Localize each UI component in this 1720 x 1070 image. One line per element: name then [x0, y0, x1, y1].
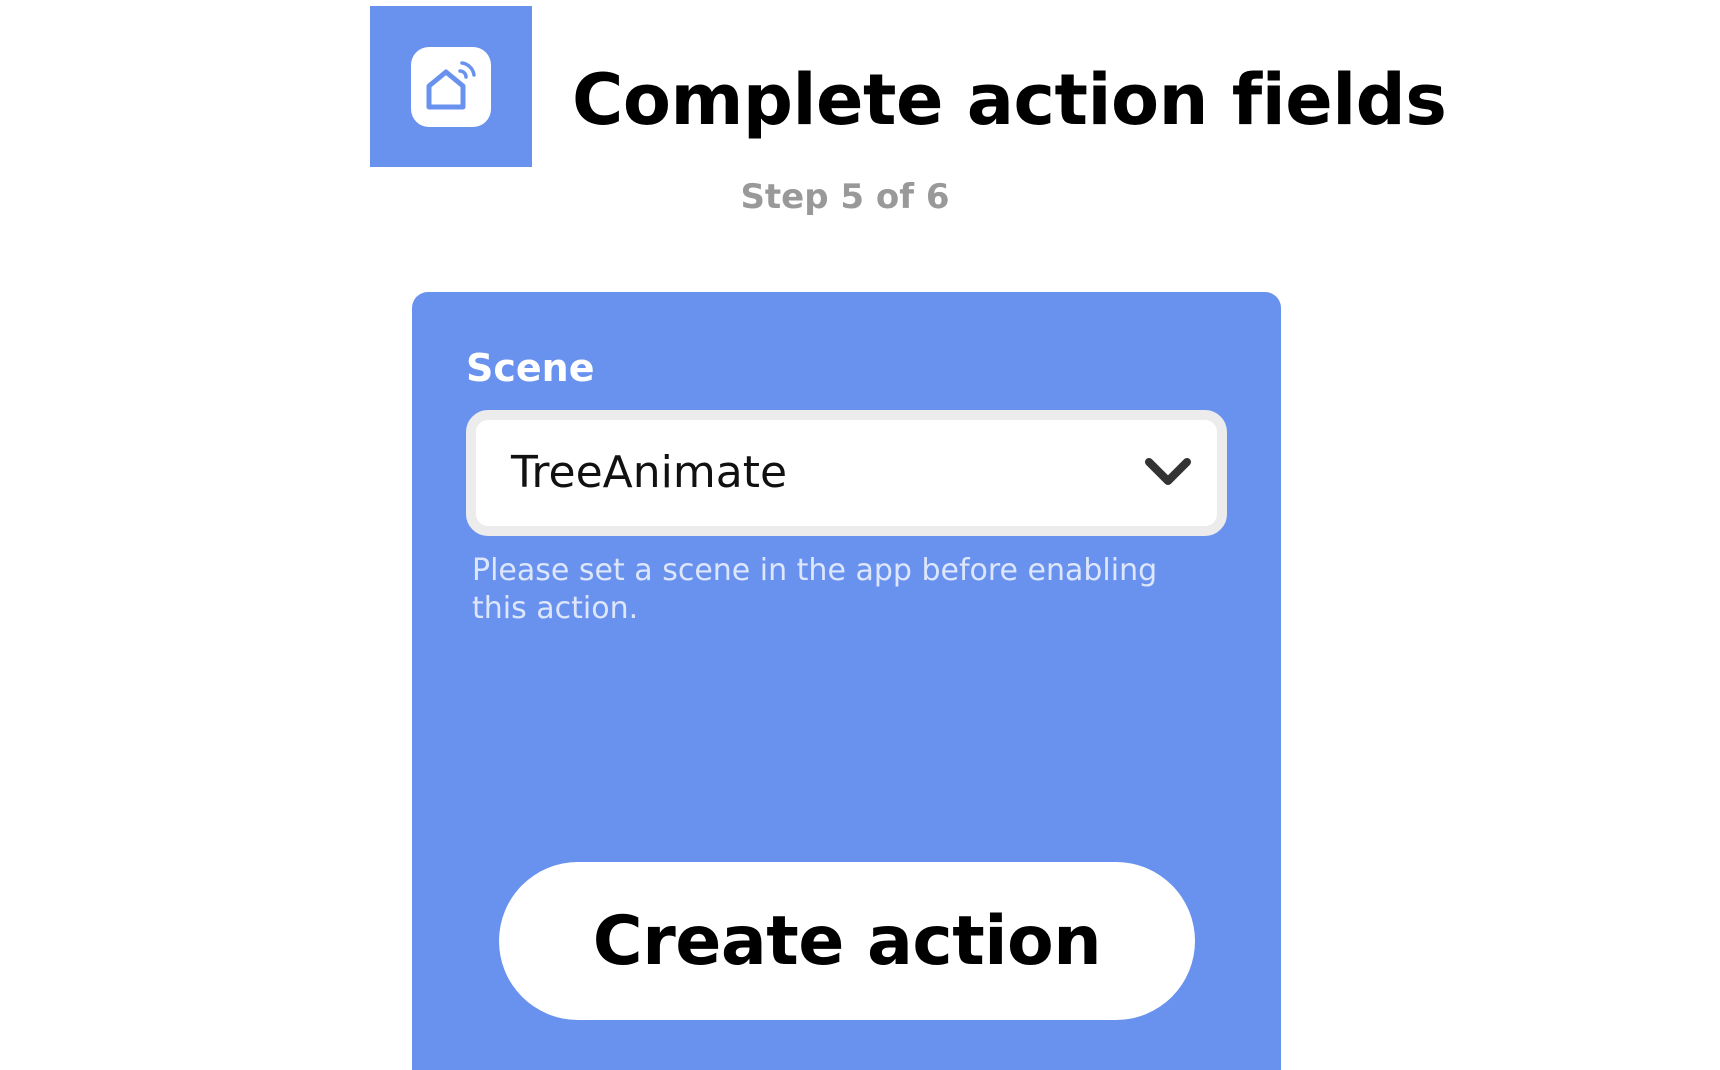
- smart-home-icon: [426, 60, 476, 109]
- scene-helper-text: Please set a scene in the app before ena…: [472, 553, 1158, 626]
- app-icon-tile: [370, 6, 532, 167]
- action-fields-card: Scene TreeAnimate Please set a scene in …: [412, 292, 1281, 1070]
- scene-selected-value: TreeAnimate: [511, 447, 788, 498]
- page-title: Complete action fields: [572, 59, 1447, 141]
- app-icon-badge: [411, 46, 491, 127]
- step-indicator: Step 5 of 6: [740, 177, 950, 217]
- scene-field-label: Scene: [466, 346, 595, 390]
- scene-dropdown[interactable]: TreeAnimate: [466, 410, 1227, 536]
- chevron-down-icon: [1145, 458, 1191, 485]
- create-action-button[interactable]: Create action: [499, 862, 1195, 1020]
